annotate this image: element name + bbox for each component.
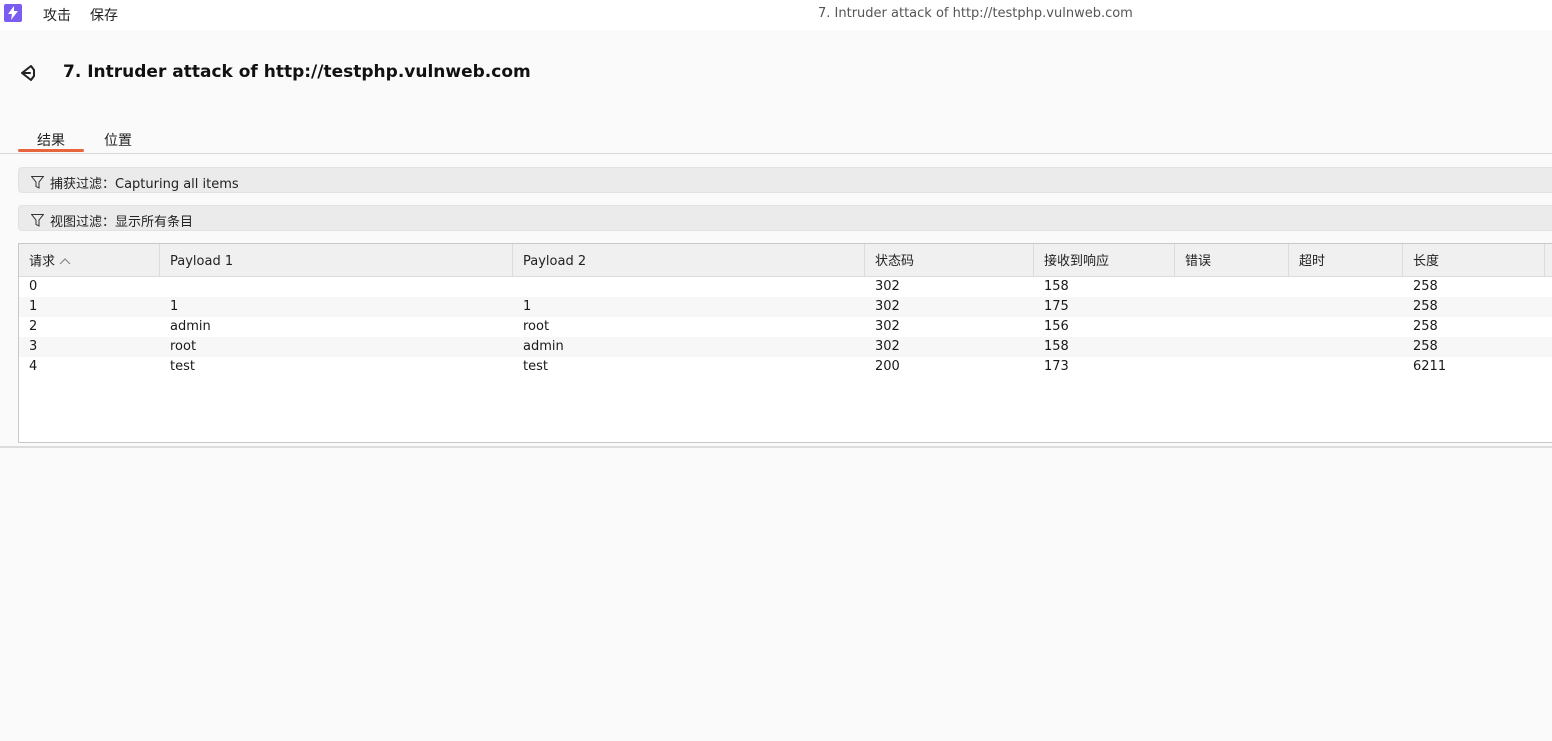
back-arrow-icon[interactable] <box>17 62 39 84</box>
cell-payload1 <box>160 277 170 297</box>
cell-error <box>1175 297 1185 317</box>
menu-save[interactable]: 保存 <box>90 5 118 25</box>
table-header: 请求 Payload 1 Payload 2 状态码 接收到响应 错误 超时 长… <box>19 244 1552 277</box>
cell-error <box>1175 337 1185 357</box>
pane-divider[interactable] <box>0 446 1552 448</box>
capture-filter-text: 捕获过滤：Capturing all items <box>50 177 239 192</box>
filter-icon <box>30 212 45 227</box>
column-header-timeout[interactable]: 超时 <box>1289 244 1403 276</box>
cell-length: 258 <box>1413 319 1438 334</box>
cell-response-received: 158 <box>1044 279 1069 294</box>
cell-request: 3 <box>29 339 38 354</box>
page-title: 7. Intruder attack of http://testphp.vul… <box>63 62 531 82</box>
column-header-response-received[interactable]: 接收到响应 <box>1034 244 1175 276</box>
table-row[interactable]: 0 302 158 258 <box>19 277 1552 297</box>
table-row[interactable]: 3 root admin 302 158 258 <box>19 337 1552 357</box>
column-header-payload1[interactable]: Payload 1 <box>160 244 513 276</box>
cell-request: 1 <box>29 299 38 314</box>
cell-error <box>1175 317 1185 337</box>
cell-response-received: 156 <box>1044 319 1069 334</box>
results-table: 请求 Payload 1 Payload 2 状态码 接收到响应 错误 超时 长… <box>18 243 1552 443</box>
column-header-status[interactable]: 状态码 <box>865 244 1034 276</box>
column-header-length[interactable]: 长度 <box>1403 244 1545 276</box>
cell-request: 2 <box>29 319 38 334</box>
cell-status: 200 <box>875 359 900 374</box>
cell-error <box>1175 277 1185 297</box>
view-filter-text: 视图过滤：显示所有条目 <box>50 215 194 230</box>
column-header-comment[interactable]: 注 <box>1545 244 1552 276</box>
tab-divider <box>0 153 1552 154</box>
cell-timeout <box>1289 297 1299 317</box>
tab-results[interactable]: 结果 <box>18 130 84 152</box>
cell-response-received: 173 <box>1044 359 1069 374</box>
cell-response-received: 175 <box>1044 299 1069 314</box>
cell-payload1: root <box>170 339 197 354</box>
view-filter-bar[interactable]: 视图过滤：显示所有条目 <box>18 205 1552 231</box>
table-row[interactable]: 1 1 1 302 175 258 <box>19 297 1552 317</box>
cell-status: 302 <box>875 339 900 354</box>
cell-payload1: admin <box>170 319 211 334</box>
cell-timeout <box>1289 317 1299 337</box>
cell-length: 258 <box>1413 279 1438 294</box>
cell-payload1: 1 <box>170 299 179 314</box>
tab-positions[interactable]: 位置 <box>104 130 132 152</box>
cell-length: 258 <box>1413 299 1438 314</box>
column-header-error[interactable]: 错误 <box>1175 244 1289 276</box>
window-title: 7. Intruder attack of http://testphp.vul… <box>818 6 1133 21</box>
cell-timeout <box>1289 357 1299 377</box>
app-logo-icon <box>4 4 22 22</box>
cell-status: 302 <box>875 279 900 294</box>
cell-payload1: test <box>170 359 195 374</box>
menu-bar: 攻击 保存 7. Intruder attack of http://testp… <box>0 0 1552 30</box>
menu-attack[interactable]: 攻击 <box>43 5 71 25</box>
column-header-request[interactable]: 请求 <box>19 244 160 276</box>
cell-payload2 <box>513 277 523 297</box>
cell-timeout <box>1289 277 1299 297</box>
filter-icon <box>30 174 45 189</box>
cell-payload2: root <box>523 319 550 334</box>
cell-payload2: test <box>523 359 548 374</box>
cell-status: 302 <box>875 319 900 334</box>
cell-status: 302 <box>875 299 900 314</box>
table-row[interactable]: 4 test test 200 173 6211 <box>19 357 1552 377</box>
cell-error <box>1175 357 1185 377</box>
cell-request: 0 <box>29 279 38 294</box>
cell-length: 258 <box>1413 339 1438 354</box>
cell-request: 4 <box>29 359 38 374</box>
cell-response-received: 158 <box>1044 339 1069 354</box>
column-header-payload2[interactable]: Payload 2 <box>513 244 865 276</box>
cell-payload2: 1 <box>523 299 532 314</box>
cell-timeout <box>1289 337 1299 357</box>
cell-payload2: admin <box>523 339 564 354</box>
sort-ascending-icon <box>59 244 71 276</box>
cell-length: 6211 <box>1413 359 1447 374</box>
table-row[interactable]: 2 admin root 302 156 258 <box>19 317 1552 337</box>
capture-filter-bar[interactable]: 捕获过滤：Capturing all items <box>18 167 1552 193</box>
